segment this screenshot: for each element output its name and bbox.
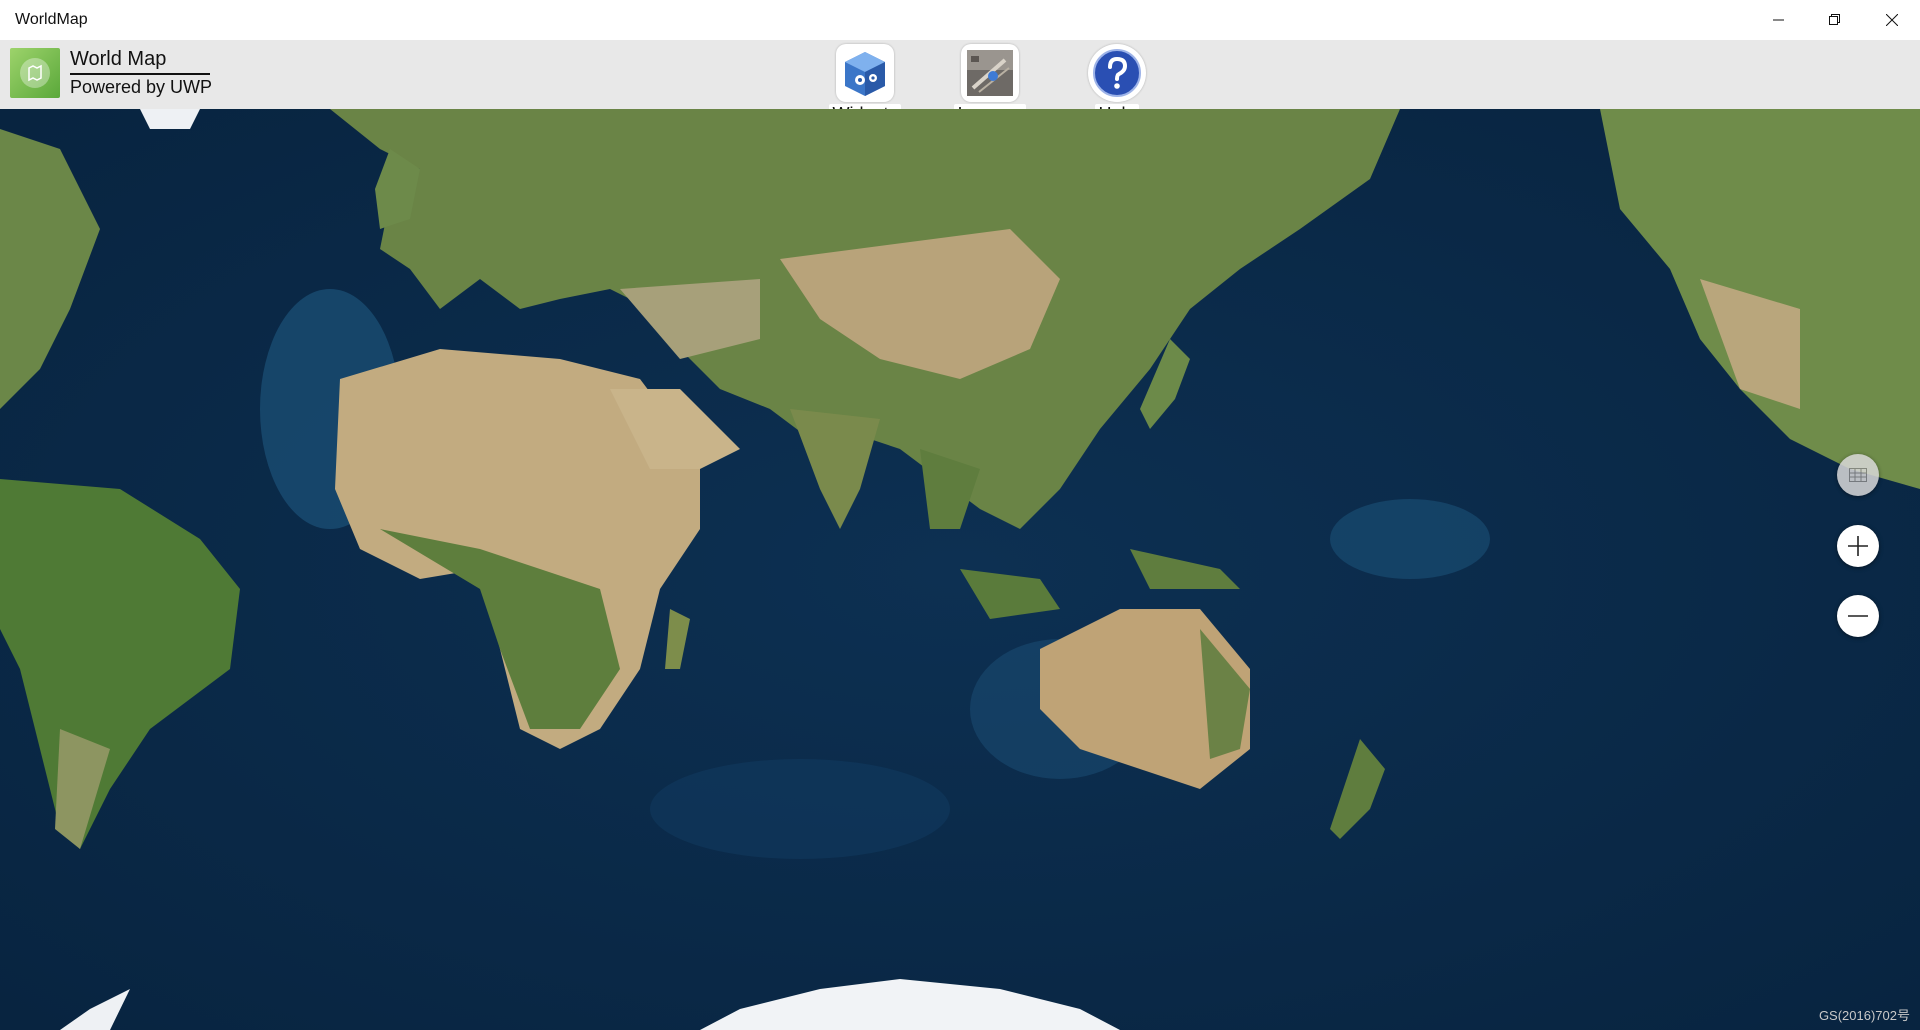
zoom-out-icon <box>1848 615 1868 617</box>
map-logo-icon <box>20 58 50 88</box>
zoom-in-button[interactable] <box>1837 525 1879 567</box>
imagery-icon <box>961 44 1019 102</box>
restore-icon <box>1828 14 1840 25</box>
minimize-button[interactable] <box>1750 0 1807 40</box>
restore-button[interactable] <box>1806 0 1863 40</box>
satellite-imagery <box>0 109 1920 1030</box>
app-name[interactable]: World Map <box>70 48 210 75</box>
title-bar: WorldMap <box>0 0 1920 40</box>
close-button[interactable] <box>1863 0 1920 40</box>
window-title: WorldMap <box>15 11 88 28</box>
app-subtitle: Powered by UWP <box>70 77 213 97</box>
widgets-icon <box>836 44 894 102</box>
zoom-out-button[interactable] <box>1837 595 1879 637</box>
grid-toggle-button[interactable] <box>1837 454 1879 496</box>
zoom-in-icon <box>1848 536 1868 556</box>
grid-icon <box>1849 468 1867 482</box>
close-icon <box>1885 14 1898 26</box>
help-icon <box>1088 44 1146 102</box>
app-logo <box>10 48 60 98</box>
map-credit: GS(2016)702号 <box>1818 1008 1910 1023</box>
world-map[interactable]: GS(2016)702号 <box>0 109 1920 1030</box>
minimize-icon <box>1772 19 1784 21</box>
